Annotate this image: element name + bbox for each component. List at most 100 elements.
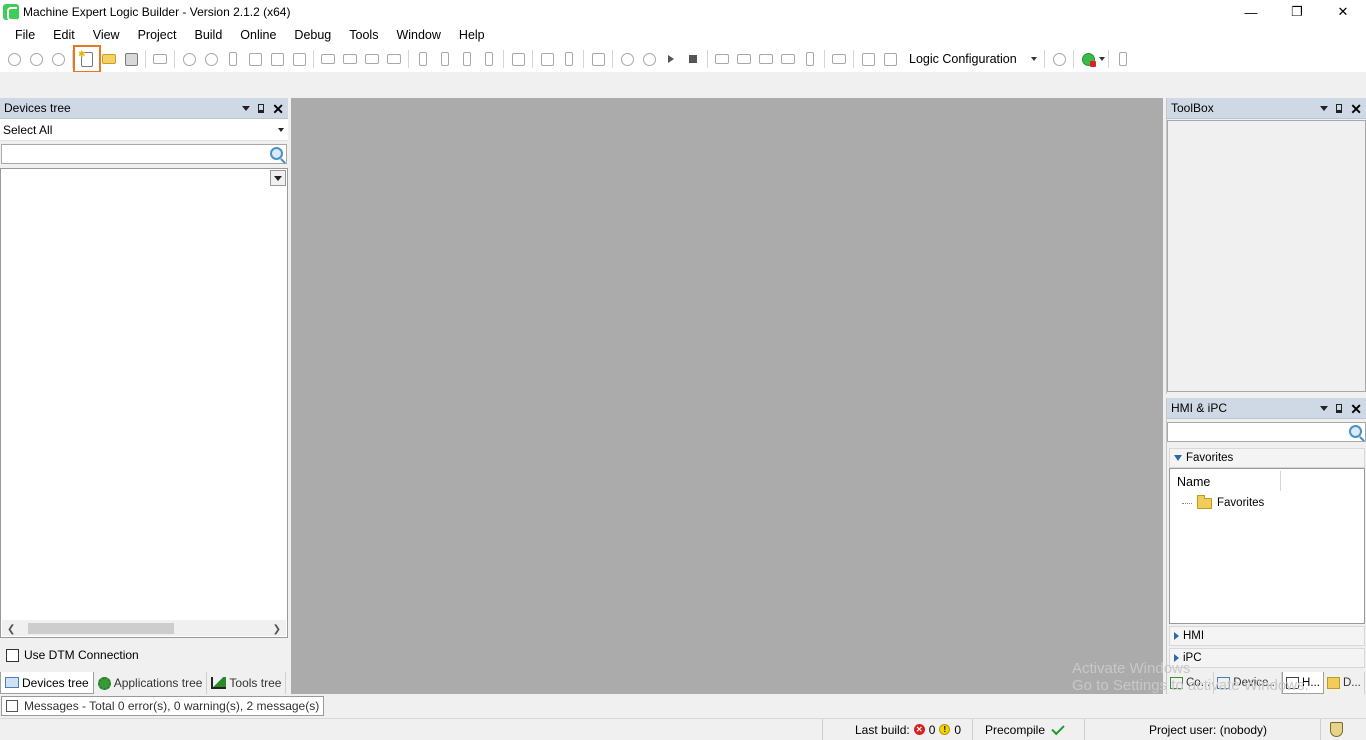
hmi-ipc-panel: HMI & iPC ✕ Favorites Name Favorites HMI…	[1166, 398, 1366, 694]
column-header-name[interactable]: Name	[1177, 475, 1210, 489]
pin-icon[interactable]	[1336, 104, 1343, 113]
navigate-dropdown-icon[interactable]	[47, 48, 69, 70]
step-over-icon[interactable]	[711, 48, 733, 70]
horizontal-scrollbar[interactable]: ❮ ❯	[2, 620, 286, 636]
tree-filter-select[interactable]: Select All	[0, 119, 288, 141]
set-next-statement-icon[interactable]	[799, 48, 821, 70]
menu-view[interactable]: View	[84, 24, 129, 46]
warning-icon: !	[939, 724, 951, 735]
run-status-icon[interactable]	[1077, 48, 1099, 70]
clear-bookmarks-icon[interactable]	[478, 48, 500, 70]
menu-online[interactable]: Online	[231, 24, 285, 46]
back-icon[interactable]	[3, 48, 25, 70]
search-icon[interactable]	[1349, 425, 1362, 438]
next-bookmark-icon[interactable]	[434, 48, 456, 70]
pin-icon[interactable]	[258, 104, 265, 113]
toolbar-separator	[145, 50, 146, 68]
run-to-cursor-icon[interactable]	[777, 48, 799, 70]
scroll-left-icon[interactable]: ❮	[7, 624, 15, 635]
monitor-icon[interactable]	[879, 48, 901, 70]
refresh-icon[interactable]	[1048, 48, 1070, 70]
bookmark-icon[interactable]	[412, 48, 434, 70]
find-icon[interactable]	[317, 48, 339, 70]
scrollbar-thumb[interactable]	[28, 623, 174, 634]
copy-icon[interactable]	[244, 48, 266, 70]
pin-icon[interactable]	[1336, 404, 1343, 413]
column-divider[interactable]	[1280, 471, 1281, 491]
replace-icon[interactable]	[339, 48, 361, 70]
hmi-search-input[interactable]	[1167, 422, 1366, 442]
use-dtm-connection-option[interactable]: Use DTM Connection	[6, 648, 139, 662]
devices-search-input[interactable]	[1, 144, 287, 164]
panel-menu-icon[interactable]	[1320, 106, 1329, 111]
redo-icon[interactable]	[200, 48, 222, 70]
tab-applications-tree[interactable]: Applications tree	[94, 672, 208, 694]
minimize-button[interactable]: —	[1228, 0, 1274, 24]
insert-dropdown-icon[interactable]	[558, 48, 580, 70]
list-item[interactable]: Favorites	[1182, 494, 1264, 509]
open-project-icon[interactable]	[98, 48, 120, 70]
search-icon[interactable]	[270, 147, 283, 160]
close-icon[interactable]: ✕	[1350, 402, 1362, 416]
tree-options-button[interactable]	[270, 170, 286, 186]
favorites-section-header[interactable]: Favorites	[1169, 448, 1365, 468]
hmi-section-header[interactable]: HMI	[1169, 626, 1365, 646]
chevron-down-icon[interactable]	[1099, 57, 1105, 61]
close-icon[interactable]: ✕	[1350, 102, 1362, 116]
window-list-icon[interactable]	[507, 48, 529, 70]
menu-help[interactable]: Help	[450, 24, 494, 46]
toolbox-body[interactable]	[1167, 120, 1366, 392]
logout-icon[interactable]	[638, 48, 660, 70]
close-icon[interactable]: ✕	[272, 102, 284, 116]
menu-edit[interactable]: Edit	[44, 24, 84, 46]
save-project-icon[interactable]	[120, 48, 142, 70]
menu-file[interactable]: File	[6, 24, 44, 46]
previous-bookmark-icon[interactable]	[456, 48, 478, 70]
tab-d[interactable]: D...	[1324, 672, 1365, 694]
step-into-icon[interactable]	[733, 48, 755, 70]
tab-tools-tree[interactable]: Tools tree	[207, 672, 287, 694]
menu-window[interactable]: Window	[387, 24, 449, 46]
menu-debug[interactable]: Debug	[285, 24, 340, 46]
step-out-icon[interactable]	[755, 48, 777, 70]
stop-icon[interactable]	[682, 48, 704, 70]
panel-menu-icon[interactable]	[242, 106, 251, 111]
toolbar-separator	[853, 50, 854, 68]
menu-project[interactable]: Project	[129, 24, 186, 46]
favorites-list[interactable]: Name Favorites	[1169, 468, 1365, 624]
menu-tools[interactable]: Tools	[340, 24, 387, 46]
login-icon[interactable]	[616, 48, 638, 70]
cut-icon[interactable]	[222, 48, 244, 70]
find-next-icon[interactable]	[361, 48, 383, 70]
find-previous-icon[interactable]	[383, 48, 405, 70]
scroll-right-icon[interactable]: ❯	[273, 624, 281, 635]
security-status[interactable]	[1330, 719, 1343, 740]
delete-icon[interactable]	[288, 48, 310, 70]
forward-icon[interactable]	[25, 48, 47, 70]
use-dtm-checkbox[interactable]	[6, 648, 19, 662]
restore-button[interactable]: ❐	[1274, 0, 1320, 24]
chart-icon	[211, 677, 227, 689]
check-all-icon[interactable]	[1112, 48, 1134, 70]
tab-devices-tree[interactable]: Devices tree	[0, 672, 94, 694]
simulation-icon[interactable]	[857, 48, 879, 70]
precompile-status[interactable]: Precompile	[985, 719, 1065, 740]
undo-icon[interactable]	[178, 48, 200, 70]
show-next-statement-icon[interactable]	[828, 48, 850, 70]
menu-build[interactable]: Build	[185, 24, 231, 46]
insert-element-icon[interactable]	[536, 48, 558, 70]
print-icon[interactable]	[149, 48, 171, 70]
devices-tree-view[interactable]: ❮ ❯	[0, 168, 288, 638]
toolbar-separator	[72, 50, 73, 68]
new-project-icon[interactable]: ✱	[73, 45, 101, 73]
build-icon[interactable]	[587, 48, 609, 70]
paste-icon[interactable]	[266, 48, 288, 70]
start-icon[interactable]	[660, 48, 682, 70]
configuration-select[interactable]: Logic Configuration	[905, 49, 1041, 69]
panel-menu-icon[interactable]	[1320, 406, 1329, 411]
hmi-ipc-header: HMI & iPC ✕	[1167, 398, 1366, 419]
toolbar-separator	[408, 50, 409, 68]
messages-tab[interactable]: Messages - Total 0 error(s), 0 warning(s…	[1, 696, 325, 716]
close-button[interactable]: ✕	[1320, 0, 1366, 24]
editor-area[interactable]	[291, 98, 1163, 694]
